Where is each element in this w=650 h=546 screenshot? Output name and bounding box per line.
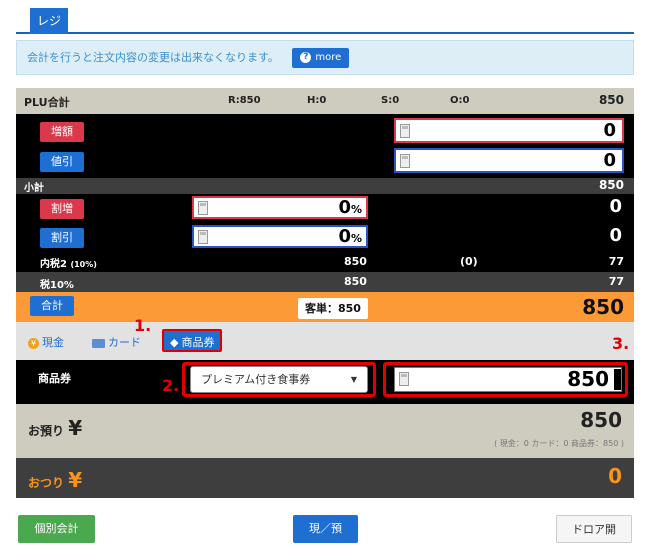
tab-bar: レジ xyxy=(16,0,634,34)
total-row: 合計 客単：850 850 xyxy=(16,292,634,322)
surcharge-input[interactable]: 0% xyxy=(192,196,368,219)
subtotal-label: 小計 xyxy=(24,183,44,194)
tag-icon: ◆ xyxy=(170,336,179,349)
surcharge-value: 0 xyxy=(338,197,351,218)
callout-1: 1. xyxy=(134,316,152,335)
callout-2: 2. xyxy=(162,376,180,395)
split-payment-button[interactable]: 個別会計 xyxy=(18,515,95,543)
change-row: おつり ¥ 0 xyxy=(16,458,634,498)
tab-register[interactable]: レジ xyxy=(30,8,69,34)
tab-card[interactable]: カード xyxy=(92,334,141,350)
calculator-icon[interactable] xyxy=(399,372,409,386)
unit-price-badge: 客単：850 xyxy=(298,298,368,319)
cash-deposit-button[interactable]: 現／預 xyxy=(293,515,358,543)
open-drawer-button[interactable]: ドロア開 xyxy=(556,515,632,543)
change-label: おつり ¥ xyxy=(28,468,83,492)
tab-voucher[interactable]: ◆ 商品券 xyxy=(162,329,223,352)
subtotal-row: 小計 850 xyxy=(16,178,634,194)
deposit-breakdown: ( 現金：0 カード：0 商品券：850 ) xyxy=(494,439,624,448)
discount-button[interactable]: 値引 xyxy=(40,152,84,172)
voucher-type-value: プレミアム付き食事券 xyxy=(201,373,311,386)
rate-discount-input[interactable]: 0% xyxy=(192,225,368,248)
payment-tabs: ¥ 現金 カード ◆ 商品券 1. 3. xyxy=(16,316,634,360)
plu-label: PLU合計 xyxy=(24,96,70,109)
increase-input[interactable]: 0 xyxy=(394,118,624,143)
percent-sign: % xyxy=(350,232,362,245)
surcharge-button[interactable]: 割増 xyxy=(40,199,84,219)
tax-incl-base: 850 xyxy=(344,255,367,268)
tax10-row: 税10% 850 77 xyxy=(16,272,634,292)
percent-sign: % xyxy=(350,203,362,216)
rate-block: 割増 0% 0 割引 0% 0 xyxy=(16,194,634,252)
deposit-value: 850 xyxy=(580,408,622,432)
tax-incl-paren: (0) xyxy=(460,255,478,268)
voucher-amount-value: 850 xyxy=(567,367,609,391)
surcharge-result: 0 xyxy=(609,196,622,217)
notice-banner: 会計を行うと注文内容の変更は出来なくなります。 ? more xyxy=(16,40,634,75)
plu-total: 850 xyxy=(598,93,624,107)
increase-value: 0 xyxy=(603,120,616,141)
notice-text: 会計を行うと注文内容の変更は出来なくなります。 xyxy=(27,51,279,64)
tax10-base: 850 xyxy=(344,275,367,288)
yen-coin-icon: ¥ xyxy=(28,338,39,349)
chevron-down-icon: ▼ xyxy=(350,375,357,384)
calculator-icon[interactable] xyxy=(198,230,208,244)
adjust-block: 増額 0 値引 0 xyxy=(16,114,634,178)
voucher-row: 商品券 2. プレミアム付き食事券 ▼ 850 xyxy=(16,360,634,404)
register-panel: PLU合計 R:850 H:0 S:0 O:0 850 増額 0 値引 0 小計… xyxy=(16,88,634,498)
more-label: more xyxy=(315,52,342,63)
discount-input[interactable]: 0 xyxy=(394,148,624,173)
total-value: 850 xyxy=(582,295,624,319)
plu-s: S:0 xyxy=(381,95,400,106)
voucher-type-select[interactable]: プレミアム付き食事券 ▼ xyxy=(190,366,368,393)
discount-value: 0 xyxy=(603,150,616,171)
calculator-icon[interactable] xyxy=(400,154,410,168)
increase-button[interactable]: 増額 xyxy=(40,122,84,142)
tax10-label: 税10% xyxy=(40,280,74,291)
rate-discount-value: 0 xyxy=(338,226,351,247)
tax-incl-label: 内税2 (10%) xyxy=(40,259,97,270)
tax10-value: 77 xyxy=(608,275,624,288)
change-value: 0 xyxy=(608,464,622,488)
plu-row: PLU合計 R:850 H:0 S:0 O:0 850 xyxy=(16,88,634,114)
subtotal-value: 850 xyxy=(598,178,624,192)
question-icon: ? xyxy=(300,51,312,63)
plu-o: O:0 xyxy=(450,95,470,106)
total-button[interactable]: 合計 xyxy=(30,296,74,316)
more-button[interactable]: ? more xyxy=(292,48,350,68)
tax-incl-value: 77 xyxy=(608,255,624,268)
plu-h: H:0 xyxy=(307,95,327,106)
calculator-icon[interactable] xyxy=(198,201,208,215)
text-cursor xyxy=(614,369,621,390)
card-icon xyxy=(92,338,105,348)
voucher-amount-input[interactable]: 850 xyxy=(394,367,622,392)
rate-discount-button[interactable]: 割引 xyxy=(40,228,84,248)
voucher-label: 商品券 xyxy=(38,372,71,385)
calculator-icon[interactable] xyxy=(400,124,410,138)
plu-r: R:850 xyxy=(228,95,261,106)
tab-cash[interactable]: ¥ 現金 xyxy=(28,334,64,350)
rate-discount-result: 0 xyxy=(609,225,622,246)
yen-icon: ¥ xyxy=(68,416,83,440)
deposit-label: お預り ¥ xyxy=(28,416,83,440)
tax-incl-rate: (10%) xyxy=(70,260,97,269)
yen-icon: ¥ xyxy=(68,468,83,492)
callout-3: 3. xyxy=(612,334,630,353)
tax-incl-row: 内税2 (10%) 850 (0) 77 xyxy=(16,252,634,272)
deposit-row: お預り ¥ 850 ( 現金：0 カード：0 商品券：850 ) xyxy=(16,404,634,458)
